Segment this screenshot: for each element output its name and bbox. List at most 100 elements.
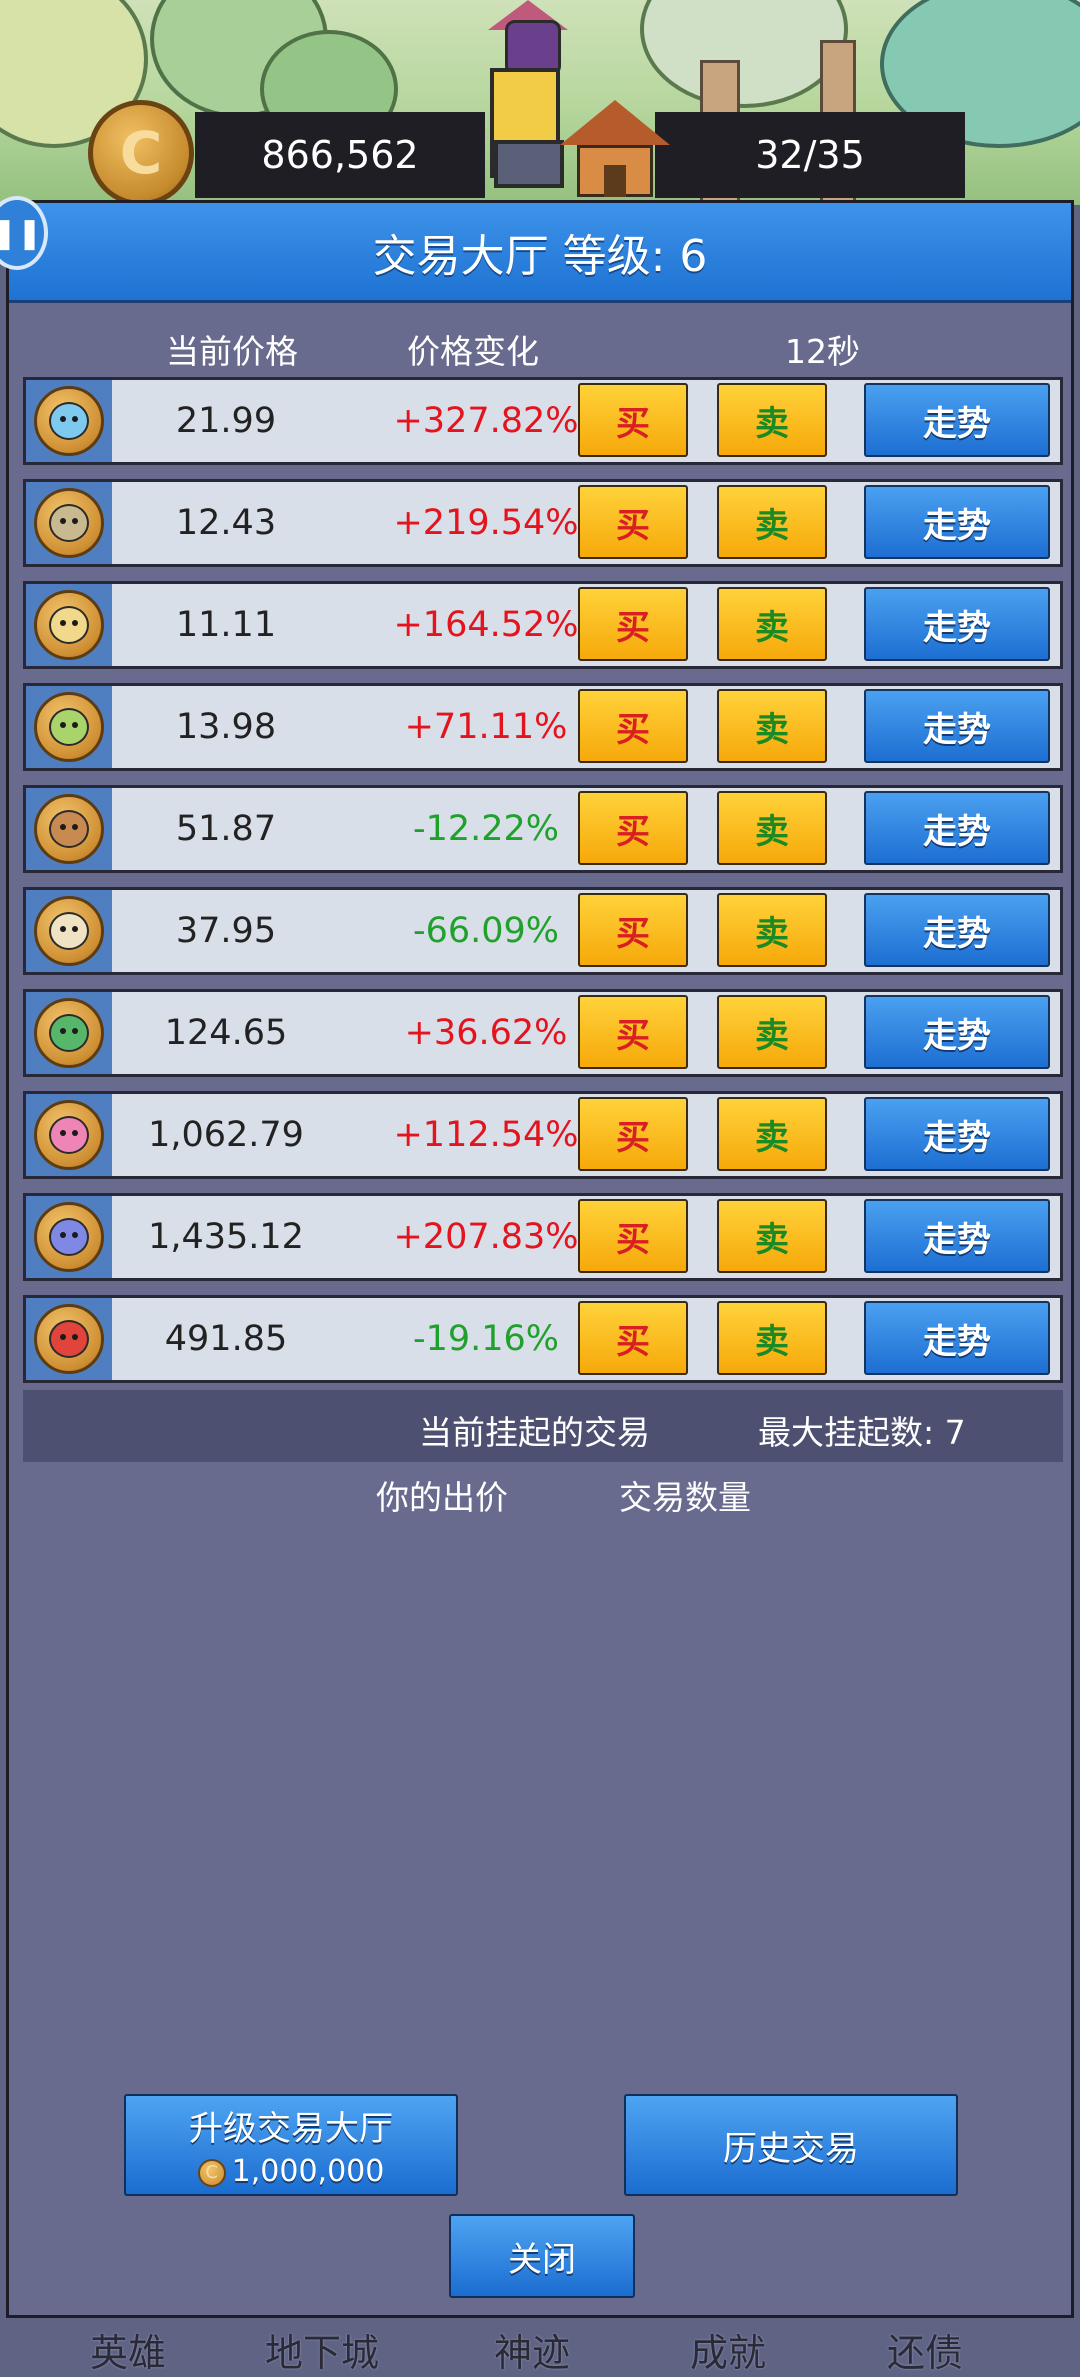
buy-button[interactable]: 买 [578, 893, 688, 967]
refresh-timer: 12秒 [785, 332, 860, 371]
price-change: +112.54% [393, 1115, 579, 1155]
gold-counter: 866,562 [195, 112, 485, 198]
trend-button[interactable]: 走势 [864, 1301, 1050, 1375]
close-label: 关闭 [508, 2239, 576, 2280]
trade-history-label: 历史交易 [723, 2128, 859, 2169]
market-row: 1,062.79 +112.54% 买卖走势 [23, 1091, 1063, 1179]
sell-button[interactable]: 卖 [717, 485, 827, 559]
market-row: 13.98 +71.11% 买卖走势 [23, 683, 1063, 771]
upgrade-hall-button[interactable]: 升级交易大厅 C 1,000,000 [124, 2094, 458, 2196]
buy-button[interactable]: 买 [578, 1301, 688, 1375]
knight-base [494, 140, 564, 188]
buy-button[interactable]: 买 [578, 689, 688, 763]
bush-decoration [640, 0, 848, 108]
monster-face [49, 1218, 89, 1256]
sell-button[interactable]: 卖 [717, 791, 827, 865]
monster-face [49, 912, 89, 950]
nav-achievements[interactable]: 成就 [690, 2322, 766, 2377]
pause-icon: ❚❚ [0, 215, 43, 251]
sell-button[interactable]: 卖 [717, 383, 827, 457]
nav-repay-debt[interactable]: 还债 [887, 2322, 963, 2377]
buy-button[interactable]: 买 [578, 791, 688, 865]
column-current-price: 当前价格 [166, 332, 298, 371]
orc-coin-icon [34, 998, 104, 1068]
current-price: 13.98 [175, 707, 277, 747]
buy-button[interactable]: 买 [578, 485, 688, 559]
panel-title: 交易大厅 等级: 6 [9, 203, 1071, 303]
max-pending-label: 最大挂起数: 7 [758, 1413, 966, 1452]
bottom-navigation: 英雄 地下城 神迹 成就 还债 [0, 2318, 1080, 2375]
monster-face [49, 810, 89, 848]
current-price: 21.99 [175, 401, 277, 441]
trend-button[interactable]: 走势 [864, 1199, 1050, 1273]
buy-button[interactable]: 买 [578, 1199, 688, 1273]
trend-button[interactable]: 走势 [864, 893, 1050, 967]
hut-roof-icon [560, 100, 670, 145]
item-icon-cell [26, 1094, 112, 1176]
nav-heroes[interactable]: 英雄 [90, 2322, 166, 2377]
item-icon-cell [26, 584, 112, 666]
price-change: +207.83% [393, 1217, 579, 1257]
trend-button[interactable]: 走势 [864, 1097, 1050, 1171]
item-icon-cell [26, 1298, 112, 1380]
price-change: +36.62% [404, 1013, 568, 1053]
capacity-amount: 32/35 [755, 133, 865, 177]
buy-button[interactable]: 买 [578, 1097, 688, 1171]
market-row: 37.95 -66.09% 买卖走势 [23, 887, 1063, 975]
sell-button[interactable]: 卖 [717, 1097, 827, 1171]
trend-button[interactable]: 走势 [864, 689, 1050, 763]
trade-history-button[interactable]: 历史交易 [624, 2094, 958, 2196]
current-price: 491.85 [164, 1319, 288, 1359]
goblin-coin-icon [34, 692, 104, 762]
treant-coin-icon [34, 794, 104, 864]
current-price: 124.65 [164, 1013, 288, 1053]
column-trade-quantity: 交易数量 [619, 1478, 751, 1517]
gold-coin-icon: C [197, 2158, 226, 2187]
item-icon-cell [26, 380, 112, 462]
sell-button[interactable]: 卖 [717, 1199, 827, 1273]
market-row: 491.85 -19.16% 买卖走势 [23, 1295, 1063, 1383]
dragon-coin-icon [34, 1304, 104, 1374]
sell-button[interactable]: 卖 [717, 689, 827, 763]
skull-coin-icon [34, 590, 104, 660]
buy-button[interactable]: 买 [578, 587, 688, 661]
current-price: 12.43 [175, 503, 277, 543]
monster-face [49, 1014, 89, 1052]
close-button[interactable]: 关闭 [449, 2214, 635, 2298]
market-row: 1,435.12 +207.83% 买卖走势 [23, 1193, 1063, 1281]
item-icon-cell [26, 482, 112, 564]
sell-button[interactable]: 卖 [717, 893, 827, 967]
trend-button[interactable]: 走势 [864, 383, 1050, 457]
market-row: 12.43 +219.54% 买卖走势 [23, 479, 1063, 567]
buy-button[interactable]: 买 [578, 995, 688, 1069]
current-price: 37.95 [175, 911, 277, 951]
sell-button[interactable]: 卖 [717, 587, 827, 661]
market-row: 21.99 +327.82% 买卖走势 [23, 377, 1063, 465]
sell-button[interactable]: 卖 [717, 1301, 827, 1375]
trading-hall-panel: 交易大厅 等级: 6 当前价格 价格变化 12秒 21.99 +327.82% 买卖… [6, 200, 1074, 2318]
trend-button[interactable]: 走势 [864, 791, 1050, 865]
buy-button[interactable]: 买 [578, 383, 688, 457]
column-your-bid: 你的出价 [376, 1478, 508, 1517]
nav-miracles[interactable]: 神迹 [494, 2322, 570, 2377]
game-scene: 866,562 32/35 C [0, 0, 1080, 205]
upgrade-hall-label: 升级交易大厅 [189, 2109, 393, 2149]
current-price: 1,435.12 [148, 1217, 304, 1257]
trend-button[interactable]: 走势 [864, 587, 1050, 661]
price-change: +219.54% [393, 503, 579, 543]
imp-coin-icon [34, 1202, 104, 1272]
monster-face [49, 402, 89, 440]
monster-face [49, 1116, 89, 1154]
market-row: 124.65 +36.62% 买卖走势 [23, 989, 1063, 1077]
gold-amount: 866,562 [261, 133, 419, 177]
sell-button[interactable]: 卖 [717, 995, 827, 1069]
wolf-coin-icon [34, 896, 104, 966]
current-price: 1,062.79 [148, 1115, 304, 1155]
item-icon-cell [26, 788, 112, 870]
nav-dungeon[interactable]: 地下城 [265, 2322, 379, 2377]
trend-button[interactable]: 走势 [864, 995, 1050, 1069]
monster-face [49, 1320, 89, 1358]
hut-door-icon [604, 165, 626, 197]
monster-face [49, 606, 89, 644]
trend-button[interactable]: 走势 [864, 485, 1050, 559]
